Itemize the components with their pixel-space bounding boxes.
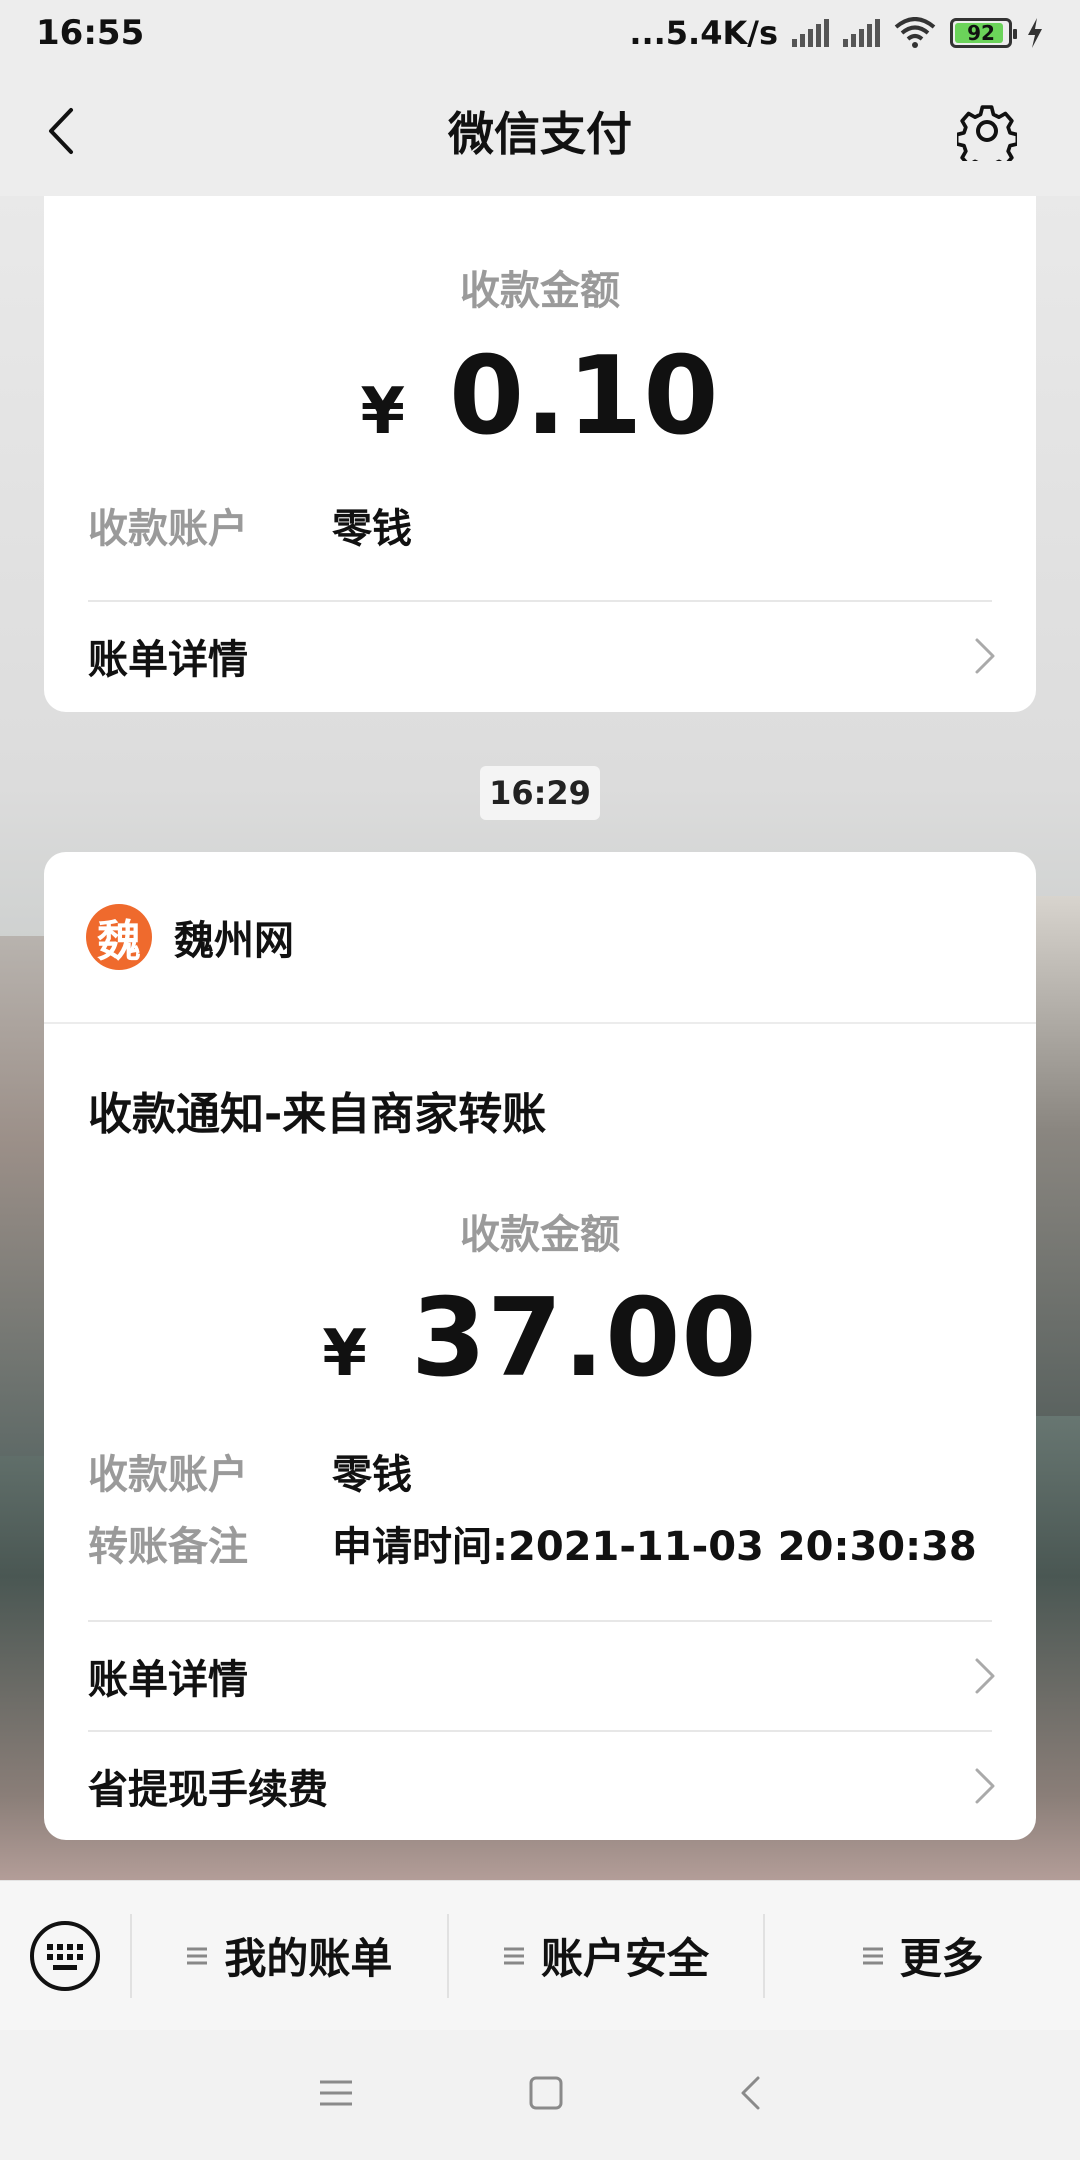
chevron-right-icon [975,1658,995,1694]
keyboard-icon [30,1920,100,1991]
amount-label: 收款金额 [460,268,620,314]
amount-value: 37.00 [410,1276,758,1401]
currency-symbol: ¥ [322,1317,367,1391]
home-button[interactable] [529,2076,563,2114]
notice-title: 收款通知-来自商家转账 [88,1089,547,1140]
keyboard-toggle-button[interactable] [0,1881,130,2031]
settings-button[interactable] [954,98,1020,164]
menu-label: 账户安全 [541,1934,710,1983]
divider [44,1022,1036,1024]
remark-key: 转账备注 [88,1524,248,1570]
remark-value: 申请时间:2021-11-03 20:30:38 [332,1524,977,1570]
bill-details-label: 账单详情 [88,637,248,683]
merchant-logo: 魏 [86,904,152,970]
status-time: 16:55 [36,13,145,53]
bill-details-label: 账单详情 [88,1657,248,1703]
recent-apps-button[interactable] [318,2078,354,2112]
wechat-pay-chat-page: 16:55 ...5.4K/s 92 微信支付 收款金额 ¥ 0.10 收款账户… [0,0,1080,2160]
wifi-icon [894,17,936,48]
message-timestamp: 16:29 [480,766,600,820]
chevron-right-icon [975,638,995,674]
bottom-menu: 我的账单 账户安全 更多 [0,1880,1080,2030]
chevron-left-icon [49,108,73,154]
menu-more[interactable]: 更多 [765,1881,1080,2031]
status-indicators: ...5.4K/s 92 [629,14,1044,52]
account-value: 零钱 [332,506,412,552]
remark-row: 转账备注 申请时间:2021-11-03 20:30:38 [88,1514,977,1572]
account-row: 收款账户 零钱 [88,1442,412,1500]
menu-label: 更多 [899,1934,984,1983]
menu-icon [319,2080,352,2106]
merchant-name: 魏州网 [174,918,294,964]
home-square-icon [529,2076,563,2110]
menu-my-bills[interactable]: 我的账单 [132,1881,447,2031]
network-speed: ...5.4K/s [629,14,778,52]
menu-lines-icon [862,1947,883,1964]
status-bar: 16:55 ...5.4K/s 92 [0,0,1080,66]
withdrawal-fee-link[interactable]: 省提现手续费 [88,1732,996,1840]
cell-signal-icon [792,19,829,47]
header: 微信支付 [0,66,1080,196]
account-key: 收款账户 [88,1452,248,1498]
battery-icon: 92 [950,18,1017,48]
merchant-header[interactable]: 魏 魏州网 [86,904,294,970]
system-nav-bar [0,2030,1080,2160]
chevron-right-icon [975,1768,995,1804]
charging-icon [1028,18,1042,48]
back-triangle-icon [741,2076,760,2110]
bill-details-link[interactable]: 账单详情 [88,602,996,710]
back-button[interactable] [30,98,90,164]
currency-symbol: ¥ [360,375,406,449]
bill-details-link[interactable]: 账单详情 [88,1622,996,1730]
amount-value: 0.10 [449,334,720,459]
menu-lines-icon [187,1947,208,1964]
background-building-right [1030,896,1080,1416]
account-value: 零钱 [332,1452,412,1498]
menu-account-security[interactable]: 账户安全 [449,1881,764,2031]
cell-signal-2-icon [843,19,880,47]
amount-display: ¥ 37.00 [44,1276,1036,1401]
menu-label: 我的账单 [224,1934,393,1983]
payment-card-1: 收款金额 ¥ 0.10 收款账户 零钱 账单详情 [44,196,1036,712]
account-row: 收款账户 零钱 [88,496,412,554]
gear-icon [957,105,1017,161]
amount-display: ¥ 0.10 [44,334,1036,459]
amount-label: 收款金额 [460,1212,620,1258]
battery-level: 92 [967,21,995,45]
withdrawal-fee-label: 省提现手续费 [88,1767,328,1813]
menu-lines-icon [504,1947,524,1964]
account-key: 收款账户 [88,506,248,552]
system-back-button[interactable] [738,2075,762,2115]
payment-card-2: 魏 魏州网 收款通知-来自商家转账 收款金额 ¥ 37.00 收款账户 零钱 转… [44,852,1036,1840]
page-title: 微信支付 [448,107,632,161]
